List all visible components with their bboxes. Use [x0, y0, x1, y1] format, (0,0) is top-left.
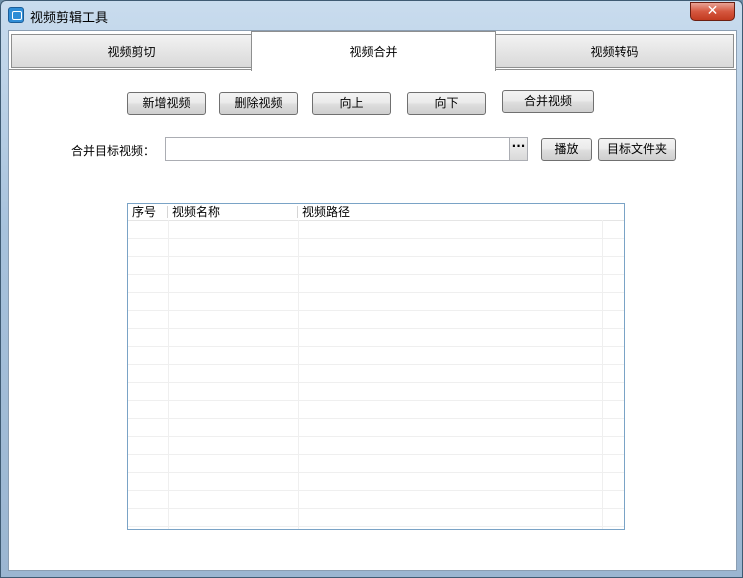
delete-video-button[interactable]: 删除视频 — [219, 92, 298, 115]
merge-video-button[interactable]: 合并视频 — [502, 90, 594, 113]
title-bar[interactable]: 视频剪辑工具 ✕ — [1, 1, 742, 29]
table-row[interactable] — [128, 419, 624, 437]
window-title: 视频剪辑工具 — [30, 11, 109, 26]
merge-target-field[interactable]: ··· — [165, 137, 528, 161]
browse-button[interactable]: ··· — [509, 138, 527, 160]
table-row[interactable] — [128, 311, 624, 329]
table-row[interactable] — [128, 509, 624, 527]
table-row[interactable] — [128, 383, 624, 401]
table-row[interactable] — [128, 293, 624, 311]
tab-video-cut[interactable]: 视频剪切 — [11, 34, 252, 68]
move-down-button[interactable]: 向下 — [407, 92, 486, 115]
tab-strip: 视频剪切 视频合并 视频转码 — [9, 31, 736, 71]
column-header-name[interactable]: 视频名称 — [168, 204, 298, 220]
table-row[interactable] — [128, 275, 624, 293]
client-area: 视频剪切 视频合并 视频转码 新增视频 删除视频 向上 向下 合并视频 合并目标… — [8, 30, 737, 571]
add-video-button[interactable]: 新增视频 — [127, 92, 206, 115]
table-row[interactable] — [128, 491, 624, 509]
table-row[interactable] — [128, 347, 624, 365]
app-window: 视频剪辑工具 ✕ 视频剪切 视频合并 视频转码 新增视频 删除视频 向上 向下 … — [0, 0, 743, 578]
table-row[interactable] — [128, 329, 624, 347]
app-icon — [8, 7, 24, 23]
table-row[interactable] — [128, 401, 624, 419]
table-row[interactable] — [128, 437, 624, 455]
table-row[interactable] — [128, 473, 624, 491]
column-header-index[interactable]: 序号 — [128, 204, 168, 220]
play-button[interactable]: 播放 — [541, 138, 592, 161]
merge-target-label: 合并目标视频： — [71, 144, 156, 158]
table-row[interactable] — [128, 239, 624, 257]
move-up-button[interactable]: 向上 — [312, 92, 391, 115]
table-row[interactable] — [128, 455, 624, 473]
close-button[interactable]: ✕ — [690, 2, 735, 21]
column-header-path[interactable]: 视频路径 — [298, 204, 602, 220]
target-folder-button[interactable]: 目标文件夹 — [598, 138, 676, 161]
table-row[interactable] — [128, 365, 624, 383]
tab-video-transcode[interactable]: 视频转码 — [495, 34, 734, 68]
table-row[interactable] — [128, 221, 624, 239]
video-list[interactable]: 序号 视频名称 视频路径 — [127, 203, 625, 530]
table-row[interactable] — [128, 257, 624, 275]
list-header: 序号 视频名称 视频路径 — [128, 204, 624, 221]
tab-video-merge[interactable]: 视频合并 — [251, 31, 496, 71]
